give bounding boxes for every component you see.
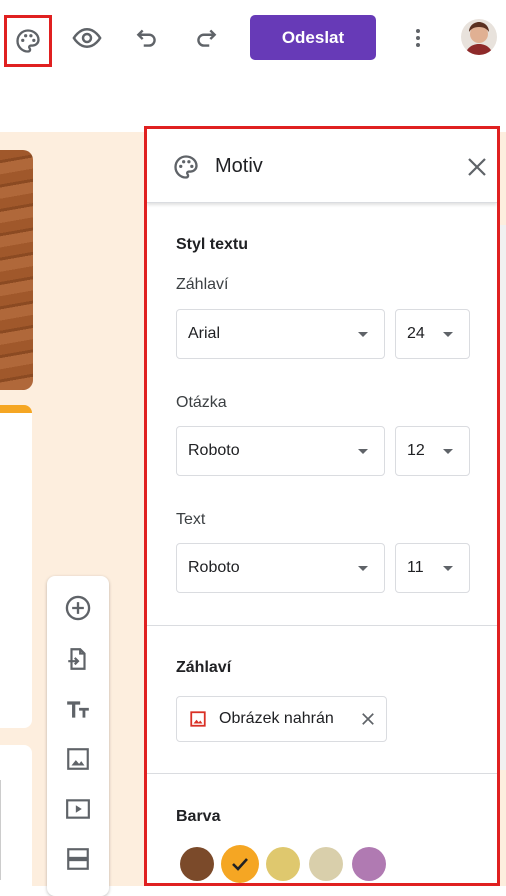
- chevron-down-icon: [358, 566, 368, 571]
- header-section-title: Záhlaví: [176, 659, 232, 676]
- header-image-chip-label: Obrázek nahrán: [219, 710, 334, 727]
- add-section-icon[interactable]: [63, 844, 93, 874]
- text-font-value: Roboto: [188, 559, 240, 576]
- undo-icon[interactable]: [127, 18, 167, 58]
- import-questions-icon[interactable]: [63, 644, 93, 674]
- question-font-select[interactable]: Roboto: [176, 426, 385, 476]
- chevron-down-icon: [443, 449, 453, 454]
- send-button[interactable]: Odeslat: [250, 15, 376, 60]
- question-card[interactable]: [0, 745, 32, 886]
- check-icon: [232, 858, 248, 871]
- title-text-icon[interactable]: [63, 694, 93, 724]
- header-font-value: Arial: [188, 325, 221, 342]
- color-swatch[interactable]: [221, 845, 259, 883]
- chevron-down-icon: [443, 566, 453, 571]
- page-scrollbar[interactable]: [500, 225, 506, 770]
- text-font-label: Text: [176, 511, 206, 528]
- palette-icon: [172, 153, 200, 186]
- image-icon: [189, 710, 207, 733]
- floating-toolbar: [47, 576, 109, 896]
- text-font-select[interactable]: Roboto: [176, 543, 385, 593]
- text-size-select[interactable]: 11: [395, 543, 470, 593]
- redo-icon[interactable]: [186, 18, 226, 58]
- panel-title: Motiv: [215, 155, 263, 177]
- more-vert-icon[interactable]: [398, 18, 438, 58]
- header-font-label: Záhlaví: [176, 276, 229, 293]
- add-question-icon[interactable]: [63, 593, 93, 623]
- top-bar: Odeslat: [0, 0, 506, 132]
- section-divider: [147, 625, 497, 626]
- question-font-value: Roboto: [188, 442, 240, 459]
- chevron-down-icon: [358, 332, 368, 337]
- question-size-value: 12: [407, 442, 425, 459]
- chevron-down-icon: [443, 332, 453, 337]
- add-image-icon[interactable]: [63, 744, 93, 774]
- header-size-select[interactable]: 24: [395, 309, 470, 359]
- question-font-label: Otázka: [176, 394, 227, 411]
- color-section-title: Barva: [176, 808, 221, 825]
- header-size-value: 24: [407, 325, 425, 342]
- color-swatch[interactable]: [309, 847, 343, 881]
- chevron-down-icon: [358, 449, 368, 454]
- avatar[interactable]: [461, 19, 497, 55]
- text-style-title: Styl textu: [176, 236, 249, 253]
- close-icon[interactable]: [465, 155, 489, 184]
- text-size-value: 11: [407, 559, 424, 576]
- color-swatch[interactable]: [266, 847, 300, 881]
- color-swatch[interactable]: [180, 847, 214, 881]
- eye-icon[interactable]: [67, 18, 107, 58]
- palette-icon[interactable]: [4, 15, 52, 67]
- remove-image-icon[interactable]: [359, 710, 377, 733]
- panel-header: Motiv: [147, 129, 497, 203]
- section-divider: [147, 773, 497, 774]
- header-image-chip[interactable]: Obrázek nahrán: [176, 696, 387, 742]
- question-size-select[interactable]: 12: [395, 426, 470, 476]
- theme-panel: Motiv Styl textu Záhlaví Arial 24 Otázka…: [144, 126, 500, 886]
- add-video-icon[interactable]: [63, 794, 93, 824]
- form-card[interactable]: [0, 405, 32, 728]
- header-image: [0, 150, 33, 390]
- color-swatch[interactable]: [352, 847, 386, 881]
- header-font-select[interactable]: Arial: [176, 309, 385, 359]
